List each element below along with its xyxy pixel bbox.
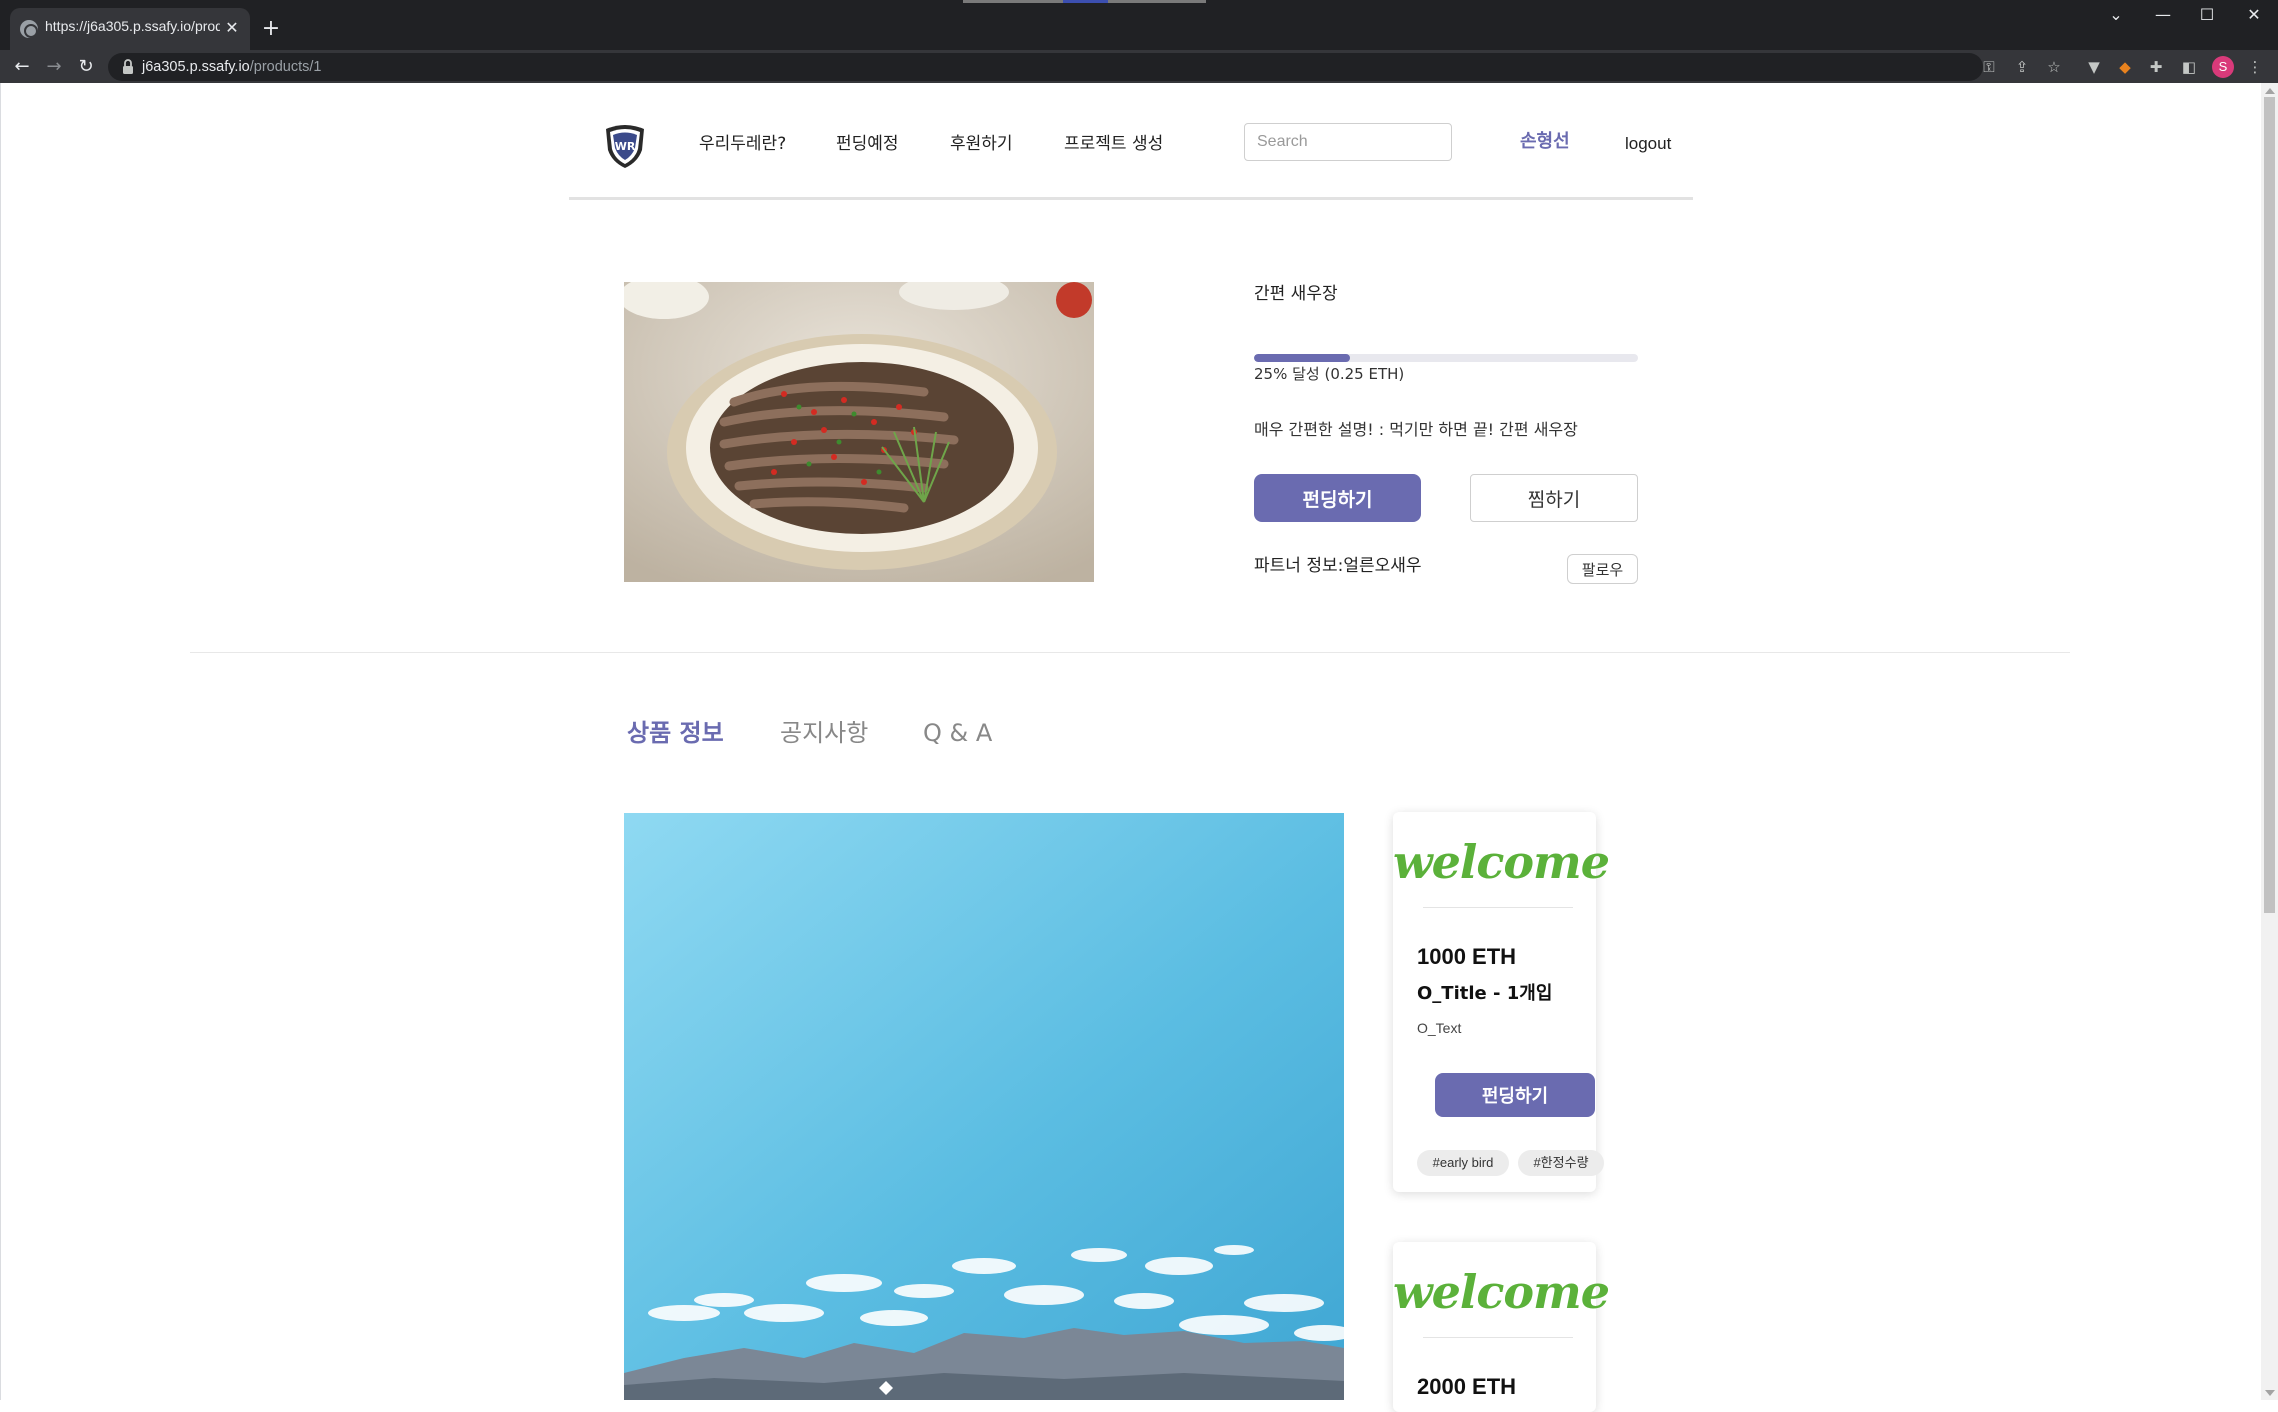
welcome-banner: welcome (1393, 1265, 1610, 1319)
puzzle-icon[interactable]: ✚ (2144, 54, 2168, 80)
tab-qna[interactable]: Q & A (923, 716, 992, 750)
tab-search-icon[interactable]: ⌄ (2093, 0, 2139, 30)
reward-price: 1000 ETH (1417, 944, 1517, 969)
card-divider (1423, 907, 1573, 908)
scroll-up-arrow-icon[interactable] (2265, 88, 2275, 94)
back-arrow-icon[interactable]: ← (8, 53, 36, 81)
minimize-icon[interactable]: — (2140, 0, 2186, 30)
new-tab-button[interactable]: + (258, 14, 284, 44)
star-icon[interactable]: ☆ (2042, 54, 2066, 80)
reward-card: welcome 1000 ETH O_Title - 1개입 O_Text 펀딩… (1393, 812, 1610, 1192)
reward-fund-button[interactable]: 펀딩하기 (1435, 1073, 1595, 1117)
tab-product-info[interactable]: 상품 정보 (627, 716, 724, 750)
tab-notices[interactable]: 공지사항 (780, 716, 868, 750)
address-bar[interactable] (108, 53, 1983, 81)
follow-button[interactable]: 팔로우 (1567, 554, 1638, 584)
profile-avatar[interactable]: S (2212, 56, 2234, 78)
user-name-link[interactable]: 손형선 (1520, 128, 1570, 156)
key-icon[interactable]: ⚿ (1977, 54, 2001, 80)
maximize-icon[interactable]: ☐ (2184, 0, 2230, 30)
section-divider (190, 652, 2070, 653)
nav-support-link[interactable]: 후원하기 (950, 131, 1013, 157)
url-path: /products/1 (249, 59, 322, 75)
extension-fox-icon[interactable]: ◆ (2113, 54, 2137, 80)
search-input[interactable] (1244, 123, 1452, 161)
window-edge-indicator-accent (1063, 0, 1108, 3)
reward-card: welcome 2000 ETH (1393, 1242, 1610, 1412)
menu-icon[interactable]: ⋮ (2243, 54, 2267, 80)
url-host: j6a305.p.ssafy.io (142, 59, 250, 75)
product-detail-image-sky-mountains (624, 813, 1344, 1400)
reward-price: 2000 ETH (1417, 1374, 1517, 1399)
extension-v-icon[interactable]: ▼ (2082, 54, 2106, 80)
close-tab-icon[interactable]: ✕ (222, 16, 242, 40)
scroll-down-arrow-icon[interactable] (2265, 1390, 2275, 1396)
product-title: 간편 새우장 (1254, 284, 1338, 304)
nav-upcoming-funding-link[interactable]: 펀딩예정 (836, 131, 899, 157)
url-text[interactable]: j6a305.p.ssafy.io/products/1 (142, 56, 322, 78)
lock-icon (123, 59, 133, 74)
nav-create-project-link[interactable]: 프로젝트 생성 (1064, 131, 1163, 157)
reward-title: O_Title - 1개입 (1417, 983, 1553, 1004)
logout-link[interactable]: logout (1625, 131, 1671, 157)
reward-tag: #한정수량 (1518, 1150, 1604, 1176)
forward-arrow-icon[interactable]: → (40, 53, 68, 81)
site-logo-shield-icon[interactable]: WR (600, 120, 650, 170)
reload-icon[interactable]: ↻ (72, 53, 100, 81)
welcome-banner: welcome (1393, 835, 1610, 889)
funding-progress-text: 25% 달성 (0.25 ETH) (1254, 365, 1405, 383)
globe-icon (20, 20, 38, 38)
reward-text: O_Text (1417, 1020, 1462, 1036)
side-panel-icon[interactable]: ◧ (2177, 54, 2201, 80)
scrollbar-thumb[interactable] (2264, 97, 2275, 913)
card-divider (1423, 1337, 1573, 1338)
partner-info: 파트너 정보:얼른오새우 (1254, 556, 1422, 576)
tab-title: https://j6a305.p.ssafy.io/products/1 (45, 18, 220, 34)
browser-title-bar (0, 0, 2278, 50)
svg-text:WR: WR (615, 140, 636, 153)
product-image-shrimp-dish (624, 282, 1094, 582)
reward-tag: #early bird (1417, 1150, 1509, 1176)
wishlist-button[interactable]: 찜하기 (1470, 474, 1638, 522)
header-divider (569, 197, 1693, 200)
nav-about-link[interactable]: 우리두레란? (699, 131, 786, 157)
product-description: 매우 간편한 설명! : 먹기만 하면 끝! 간편 새우장 (1254, 420, 1578, 439)
fund-button[interactable]: 펀딩하기 (1254, 474, 1421, 522)
close-window-icon[interactable]: ✕ (2231, 0, 2277, 30)
share-icon[interactable]: ⇪ (2010, 54, 2034, 80)
